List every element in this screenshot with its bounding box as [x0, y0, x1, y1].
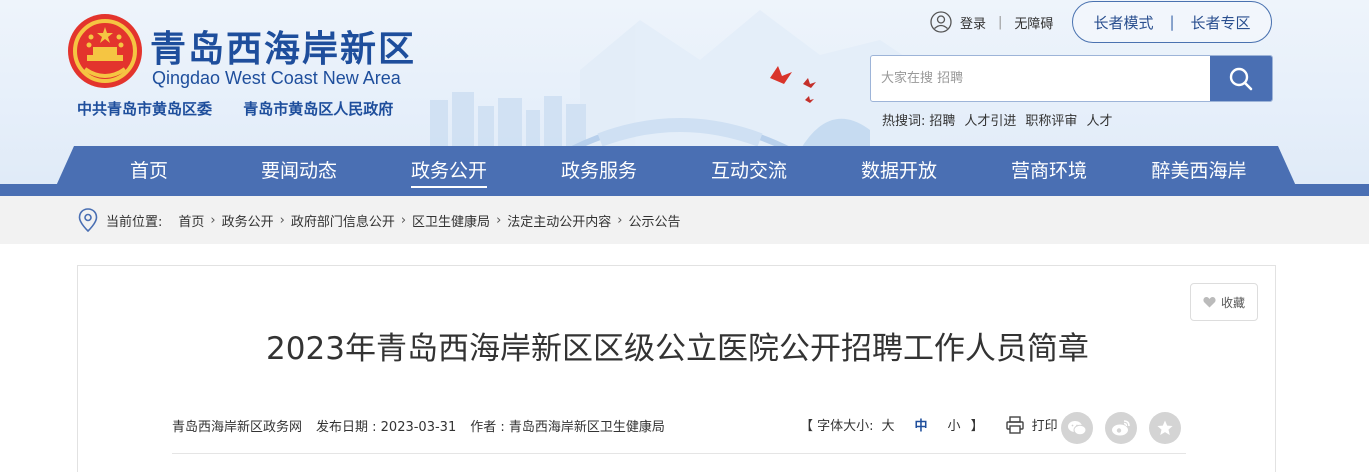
- org-link-party[interactable]: 中共青岛市黄岛区委: [77, 100, 212, 118]
- org-links: 中共青岛市黄岛区委 青岛市黄岛区人民政府: [77, 98, 419, 119]
- nav-item-data-open[interactable]: 数据开放: [824, 146, 974, 186]
- user-icon[interactable]: [930, 11, 952, 33]
- hot-word[interactable]: 招聘: [929, 110, 955, 129]
- elder-mode-pill: 长者模式 | 长者专区: [1072, 1, 1272, 43]
- weibo-icon: [1112, 420, 1130, 436]
- favorite-label: 收藏: [1220, 295, 1245, 310]
- breadcrumb-separator: ›: [210, 212, 216, 228]
- search-button[interactable]: [1210, 56, 1272, 101]
- share-weibo-button[interactable]: [1105, 412, 1137, 444]
- font-size-label: 【 字体大小:: [800, 419, 874, 434]
- breadcrumb-separator: ›: [279, 212, 285, 228]
- divider: |: [1169, 13, 1175, 31]
- breadcrumb-separator: ›: [496, 212, 502, 228]
- breadcrumb-separator: ›: [617, 212, 623, 228]
- breadcrumb-item[interactable]: 区卫生健康局: [412, 211, 490, 230]
- breadcrumb: 当前位置: 首页 › 政务公开 › 政府部门信息公开 › 区卫生健康局 › 法定…: [78, 196, 681, 244]
- emblem: [68, 14, 142, 88]
- article-tools: 【 字体大小: 大 中 小 】 打印: [800, 415, 1058, 434]
- nav-item-home[interactable]: 首页: [74, 146, 224, 186]
- accessibility-link[interactable]: 无障碍: [1014, 13, 1053, 32]
- elder-zone-link[interactable]: 长者专区: [1191, 12, 1251, 33]
- hot-word[interactable]: 人才引进: [964, 110, 1016, 129]
- login-link[interactable]: 登录: [960, 13, 986, 32]
- search-input[interactable]: [871, 56, 1211, 101]
- share-favorite-button[interactable]: [1149, 412, 1181, 444]
- hot-search-label: 热搜词:: [882, 114, 926, 129]
- nav-item-interaction[interactable]: 互动交流: [674, 146, 824, 186]
- breadcrumb-bar: 当前位置: 首页 › 政务公开 › 政府部门信息公开 › 区卫生健康局 › 法定…: [0, 196, 1369, 244]
- hot-search: 热搜词: 招聘 人才引进 职称评审 人才: [882, 110, 1121, 129]
- breadcrumb-item[interactable]: 首页: [178, 211, 204, 230]
- wechat-icon: [1068, 421, 1087, 436]
- print-button[interactable]: 打印: [1005, 415, 1058, 434]
- font-size-medium[interactable]: 中: [915, 415, 928, 434]
- nav-item-business[interactable]: 营商环境: [974, 146, 1124, 186]
- site-title[interactable]: 青岛西海岸新区: [150, 20, 416, 72]
- article-source: 青岛西海岸新区政务网: [172, 420, 303, 435]
- share-wechat-button[interactable]: [1061, 412, 1093, 444]
- top-links: 登录 | 无障碍: [930, 10, 1053, 34]
- article-title: 2023年青岛西海岸新区区级公立医院公开招聘工作人员简章: [266, 331, 1089, 367]
- breadcrumb-item[interactable]: 公示公告: [628, 211, 680, 230]
- meta-divider: [172, 453, 1186, 454]
- site-subtitle: Qingdao West Coast New Area: [152, 68, 401, 88]
- article-date: 发布日期 : 2023-03-31: [316, 420, 457, 435]
- breadcrumb-item[interactable]: 政务公开: [222, 211, 274, 230]
- breadcrumb-label: 当前位置:: [106, 214, 163, 230]
- search-box: [870, 55, 1273, 102]
- hot-word[interactable]: 职称评审: [1025, 110, 1077, 129]
- nav-item-gov-open[interactable]: 政务公开: [374, 146, 524, 188]
- font-size-large[interactable]: 大: [882, 415, 895, 434]
- org-link-government[interactable]: 青岛市黄岛区人民政府: [243, 100, 393, 118]
- favorite-button[interactable]: 收藏: [1190, 283, 1258, 321]
- article-card: 收藏 2023年青岛西海岸新区区级公立医院公开招聘工作人员简章 青岛西海岸新区政…: [77, 265, 1276, 472]
- hot-word[interactable]: 人才: [1086, 110, 1112, 129]
- heart-icon: [1203, 297, 1216, 308]
- star-icon: [1157, 420, 1173, 435]
- article-meta: 青岛西海岸新区政务网 发布日期 : 2023-03-31 作者 : 青岛西海岸新…: [172, 416, 679, 435]
- main-nav: 首页 要闻动态 政务公开 政务服务 互动交流 数据开放 营商环境 醉美西海岸: [56, 146, 1296, 188]
- article-author: 作者 : 青岛西海岸新区卫生健康局: [470, 420, 665, 435]
- font-size-close: 】: [970, 419, 984, 434]
- divider: |: [998, 14, 1003, 30]
- nav-item-news[interactable]: 要闻动态: [224, 146, 374, 186]
- font-size-small[interactable]: 小: [948, 415, 961, 434]
- breadcrumb-item[interactable]: 政府部门信息公开: [291, 211, 395, 230]
- breadcrumb-separator: ›: [400, 212, 407, 228]
- nav-item-gov-service[interactable]: 政务服务: [524, 146, 674, 186]
- elder-mode-link[interactable]: 长者模式: [1093, 12, 1153, 33]
- printer-icon: [1005, 415, 1024, 434]
- nav-item-west-coast[interactable]: 醉美西海岸: [1124, 146, 1274, 186]
- location-pin-icon: [78, 208, 98, 232]
- search-icon: [1229, 67, 1253, 90]
- breadcrumb-item[interactable]: 法定主动公开内容: [507, 211, 611, 230]
- print-label: 打印: [1031, 419, 1058, 434]
